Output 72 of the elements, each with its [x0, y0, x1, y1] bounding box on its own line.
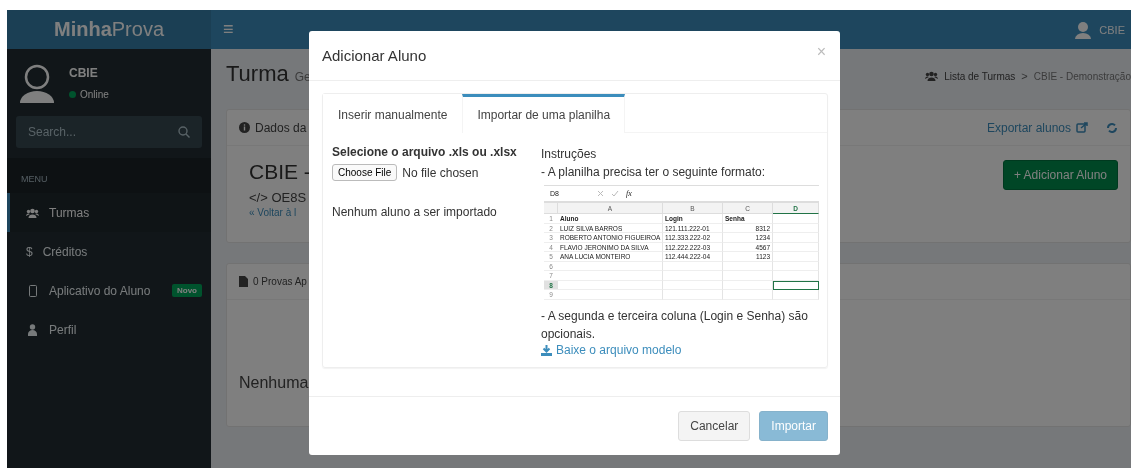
- spreadsheet-cell: [773, 214, 819, 224]
- cancel-button[interactable]: Cancelar: [678, 411, 751, 441]
- add-student-button[interactable]: + Adicionar Aluno: [1002, 160, 1118, 190]
- user-status: Online: [80, 88, 109, 100]
- spreadsheet-cell: [773, 252, 819, 262]
- spreadsheet-cell: [723, 290, 773, 300]
- menu-toggle[interactable]: ≡: [223, 19, 234, 40]
- spreadsheet-cell: [773, 242, 819, 252]
- sidebar-item-label: Créditos: [42, 244, 88, 259]
- card-title: 0 Provas Ap: [253, 276, 307, 287]
- breadcrumb-separator: >: [1021, 70, 1028, 82]
- breadcrumb-current: CBIE - Demonstração: [1033, 70, 1131, 82]
- sidebar-item-label: Perfil: [49, 322, 77, 337]
- file-label: Selecione o arquivo .xls ou .xlsx: [332, 145, 518, 159]
- page-title: Turma: [226, 61, 289, 86]
- formula-label: fx: [626, 189, 632, 198]
- spreadsheet-cell: [773, 233, 819, 243]
- user-name: CBIE: [69, 65, 99, 80]
- spreadsheet-cell: [723, 271, 773, 281]
- sidebar-item-label: Aplicativo do Aluno: [49, 283, 151, 298]
- header-user-name[interactable]: CBIE: [1099, 23, 1125, 36]
- search-icon: [178, 126, 190, 138]
- user-avatar-icon: [19, 62, 55, 103]
- user-icon: [26, 323, 39, 336]
- dollar-icon: $: [26, 244, 33, 259]
- spreadsheet-cell: [723, 280, 773, 290]
- refresh-icon[interactable]: [1106, 121, 1118, 134]
- download-link[interactable]: Baixe o arquivo modelo: [541, 343, 819, 357]
- card-title: Dados da: [255, 120, 307, 135]
- close-button[interactable]: ×: [812, 42, 830, 61]
- modal-title: Adicionar Aluno: [322, 47, 427, 64]
- sidebar-item-label: Turmas: [49, 205, 90, 220]
- selected-cell: [773, 280, 819, 290]
- spreadsheet-cell: [773, 223, 819, 233]
- sidebar-item[interactable]: $ Créditos: [7, 232, 211, 271]
- spreadsheet-cell: [663, 271, 723, 281]
- spreadsheet-cell: [663, 280, 723, 290]
- spreadsheet-cell: [773, 271, 819, 281]
- cancel-icon: [597, 190, 604, 197]
- sidebar-item[interactable]: Perfil: [7, 310, 211, 349]
- online-status-icon: [69, 90, 76, 98]
- instructions-note: - A segunda e terceira coluna (Login e Senha) são opcionais.: [541, 308, 809, 343]
- download-icon: [541, 344, 552, 356]
- spreadsheet-cell: [663, 261, 723, 271]
- spreadsheet-cell: [773, 290, 819, 300]
- file-status: No file chosen: [402, 165, 479, 180]
- share-icon: [1076, 122, 1088, 133]
- tab[interactable]: Importar de uma planilha: [462, 94, 626, 133]
- users-icon: [26, 207, 39, 218]
- breadcrumb-link[interactable]: Lista de Turmas: [944, 70, 1016, 82]
- menu-label: MENU: [7, 158, 211, 193]
- brand-logo[interactable]: MinhaProva: [7, 10, 211, 49]
- search-field[interactable]: Search...: [16, 116, 202, 148]
- instructions-title: Instruções: [541, 146, 598, 163]
- spreadsheet-cell: [773, 261, 819, 271]
- info-icon: [239, 122, 250, 133]
- export-link[interactable]: Exportar alunos: [986, 120, 1088, 135]
- mobile-phone-icon: [26, 284, 39, 297]
- users-icon: [925, 71, 939, 81]
- choose-file-button[interactable]: Choose File: [332, 164, 398, 181]
- sidebar-item[interactable]: Aplicativo do Aluno Novo: [7, 271, 211, 310]
- spreadsheet-cell: [723, 261, 773, 271]
- spreadsheet-cell: [663, 290, 723, 300]
- file-icon: [239, 276, 248, 287]
- empty-message: Nenhuma: [239, 374, 309, 391]
- instructions-text: - A planilha precisa ter o seguinte formato:: [541, 164, 767, 181]
- tab[interactable]: Inserir manualmente: [323, 94, 463, 133]
- import-status: Nenhum aluno a ser importado: [332, 204, 498, 221]
- check-icon: [611, 190, 619, 197]
- new-badge: Novo: [172, 284, 202, 297]
- user-avatar-icon: [1075, 20, 1092, 39]
- class-code: </> OE8S: [249, 190, 308, 205]
